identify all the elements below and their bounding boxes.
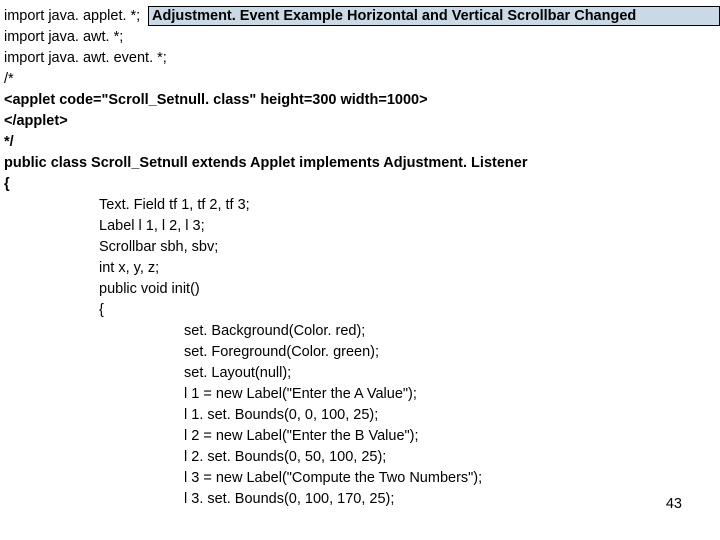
code-line: Text. Field tf 1, tf 2, tf 3; [4, 195, 527, 216]
code-line: set. Foreground(Color. green); [4, 342, 527, 363]
code-line: <applet code="Scroll_Setnull. class" hei… [4, 90, 527, 111]
code-line: l 2 = new Label("Enter the B Value"); [4, 426, 527, 447]
code-line: import java. awt. *; [4, 27, 527, 48]
code-line: int x, y, z; [4, 258, 527, 279]
code-line: set. Layout(null); [4, 363, 527, 384]
code-line: /* [4, 69, 527, 90]
code-line: l 3 = new Label("Compute the Two Numbers… [4, 468, 527, 489]
code-line: Label l 1, l 2, l 3; [4, 216, 527, 237]
code-line: public void init() [4, 279, 527, 300]
slide-page: Adjustment. Event Example Horizontal and… [0, 0, 720, 540]
code-line: { [4, 300, 527, 321]
code-line: l 1. set. Bounds(0, 0, 100, 25); [4, 405, 527, 426]
code-block: import java. applet. *; import java. awt… [4, 6, 527, 510]
code-line: { [4, 174, 527, 195]
page-number: 43 [666, 496, 682, 512]
code-line: </applet> [4, 111, 527, 132]
code-line: import java. applet. *; [4, 6, 527, 27]
code-line: Scrollbar sbh, sbv; [4, 237, 527, 258]
code-line: public class Scroll_Setnull extends Appl… [4, 153, 527, 174]
code-line: import java. awt. event. *; [4, 48, 527, 69]
code-line: l 2. set. Bounds(0, 50, 100, 25); [4, 447, 527, 468]
code-line: set. Background(Color. red); [4, 321, 527, 342]
code-line: l 1 = new Label("Enter the A Value"); [4, 384, 527, 405]
code-line: l 3. set. Bounds(0, 100, 170, 25); [4, 489, 527, 510]
code-line: */ [4, 132, 527, 153]
